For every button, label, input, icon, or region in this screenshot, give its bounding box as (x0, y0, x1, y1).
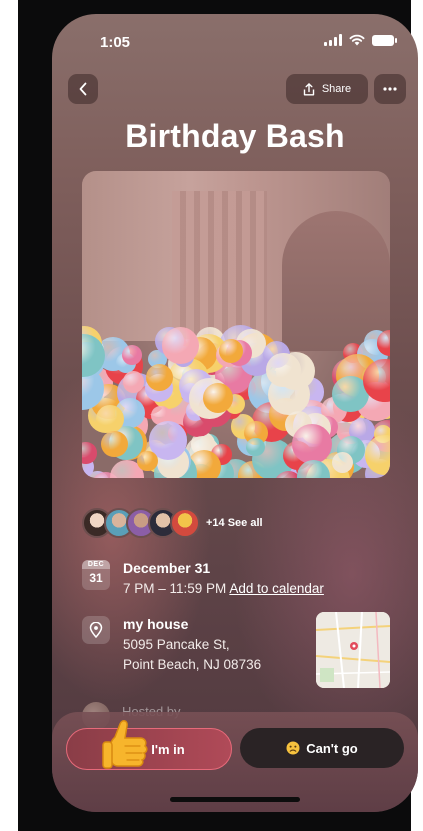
status-icons (324, 34, 397, 46)
map-graphic (316, 612, 390, 688)
attendee-list[interactable]: +14 See all (82, 508, 263, 538)
attendee-avatar (170, 508, 200, 538)
date-month: DEC (82, 560, 110, 569)
cover-balloons (82, 321, 390, 478)
cant-go-button[interactable]: Can't go (240, 728, 404, 768)
balloon (145, 363, 173, 392)
phone-screen: 1:05 Share Birthday Bash +14 See all DEC… (52, 14, 418, 812)
balloon (331, 451, 353, 473)
event-time: 7 PM – 11:59 PM (123, 581, 227, 596)
balloon (266, 352, 301, 388)
balloon (292, 424, 332, 464)
share-label: Share (321, 83, 352, 95)
wifi-icon (349, 34, 365, 46)
balloon (100, 430, 128, 458)
home-indicator[interactable] (170, 797, 300, 802)
event-time-row: 7 PM – 11:59 PM Add to calendar (123, 581, 324, 596)
location-pin-icon (82, 616, 110, 644)
balloon (202, 382, 233, 413)
status-time: 1:05 (100, 34, 131, 51)
balloon (246, 437, 265, 457)
balloon (137, 450, 158, 472)
share-button[interactable]: Share (286, 74, 368, 104)
date-day: 31 (89, 571, 103, 585)
balloon (95, 405, 124, 433)
address-line-1: 5095 Pancake St, (123, 637, 230, 652)
event-cover-image[interactable] (82, 171, 390, 478)
im-in-label: I'm in (151, 741, 185, 757)
address-line-2: Point Beach, NJ 08736 (123, 657, 262, 672)
chevron-left-icon (79, 82, 87, 96)
status-bar: 1:05 (52, 14, 418, 66)
signal-icon (324, 34, 342, 46)
add-to-calendar-link[interactable]: Add to calendar (229, 581, 324, 596)
thumbs-up-icon (102, 720, 148, 769)
balloon (162, 326, 199, 364)
balloon (218, 338, 243, 364)
map-thumbnail[interactable] (316, 612, 390, 688)
battery-icon (372, 34, 397, 46)
back-button[interactable] (68, 74, 98, 104)
location-name: my house (123, 616, 189, 632)
more-button[interactable] (374, 74, 406, 104)
calendar-date-icon: DEC 31 (82, 560, 110, 590)
event-title: Birthday Bash (125, 118, 345, 154)
cant-go-label: Can't go (306, 740, 358, 756)
share-icon (303, 82, 315, 95)
sad-face-icon (286, 741, 300, 755)
balloon (121, 345, 142, 366)
balloon (82, 442, 97, 464)
event-date: December 31 (123, 560, 211, 576)
ellipsis-icon (383, 87, 397, 91)
see-all-attendees-link[interactable]: +14 See all (206, 517, 263, 529)
